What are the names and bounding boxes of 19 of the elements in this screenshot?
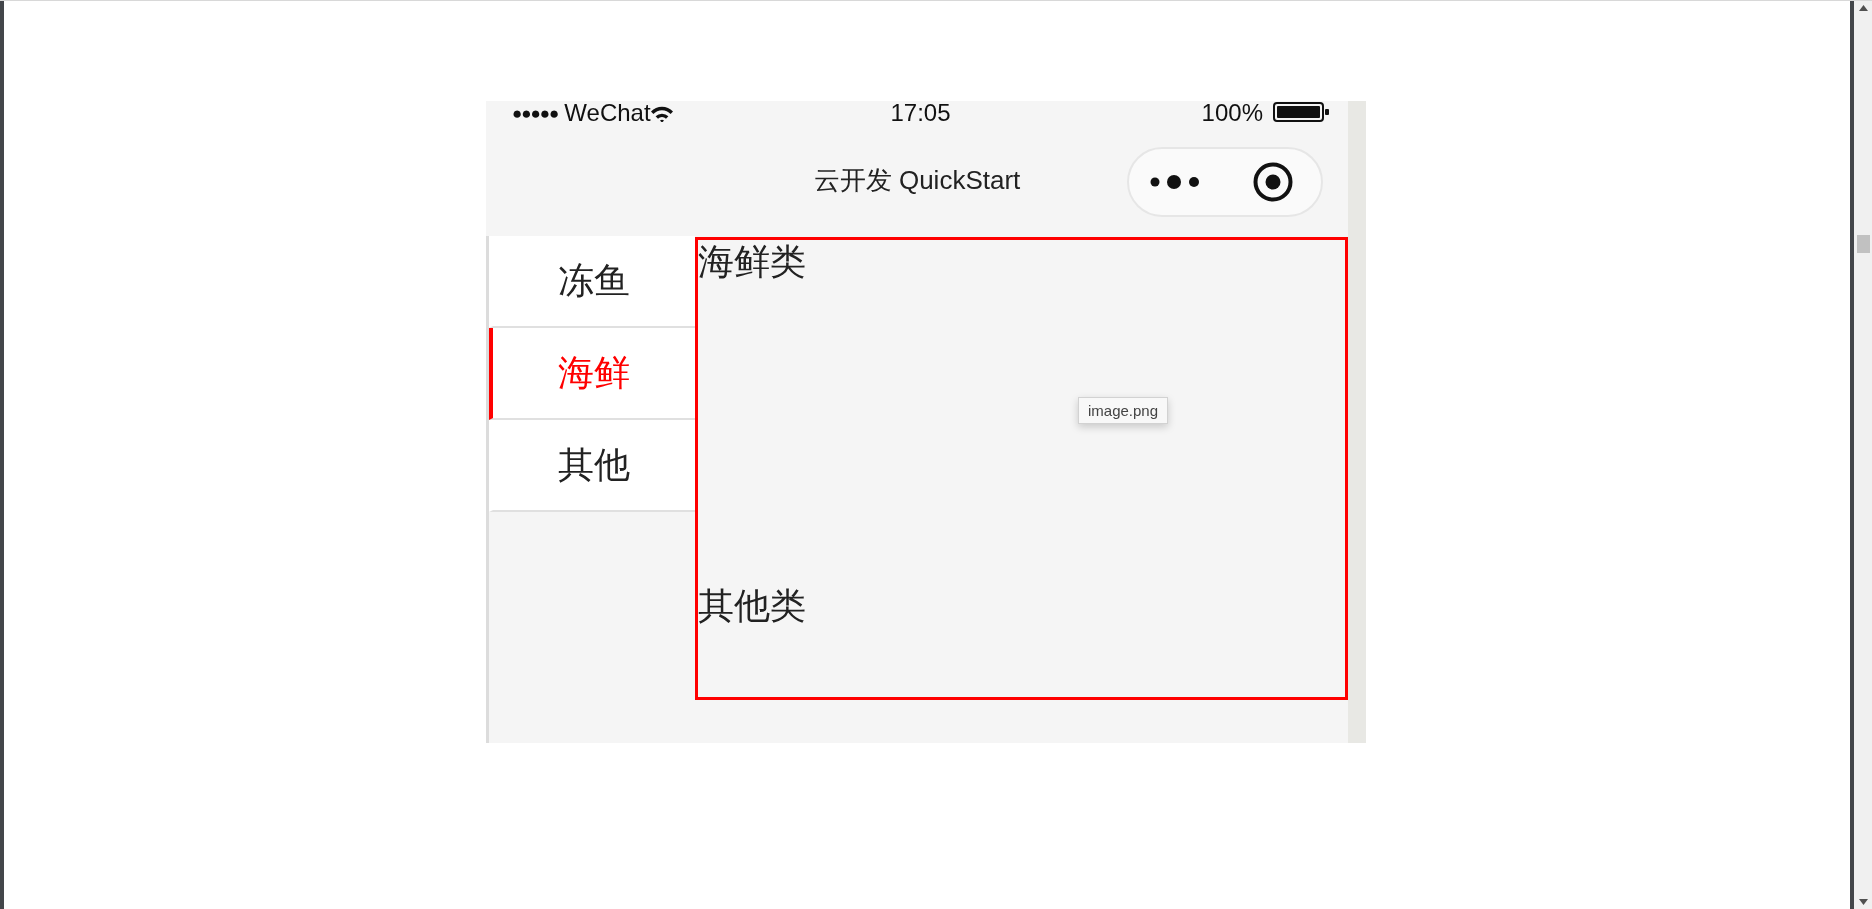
scroll-down-arrow-icon[interactable] [1858,899,1868,905]
scroll-up-arrow-icon[interactable] [1858,5,1868,11]
section-title: 海鲜类 [698,240,806,284]
scrollbar-thumb[interactable] [1856,235,1870,253]
battery-icon [1273,102,1329,122]
status-time: 17:05 [890,99,951,126]
sidebar-item[interactable]: 其他 [489,420,695,512]
section-title: 其他类 [698,584,806,628]
tooltip: image.png [1078,397,1169,424]
page-title: 云开发 QuickStart [813,164,1021,197]
wifi-icon [650,106,673,122]
carrier-name: WeChat [564,101,651,125]
sidebar-item[interactable]: 海鲜 [489,328,695,420]
target-icon[interactable] [1253,161,1293,202]
browser-scrollbar[interactable] [1854,1,1872,909]
battery-percent: 100% [1201,101,1263,125]
more-icon[interactable] [1150,174,1200,189]
signal-dots: ●●●●● [512,103,559,125]
sidebar-item[interactable]: 冻鱼 [489,236,695,328]
